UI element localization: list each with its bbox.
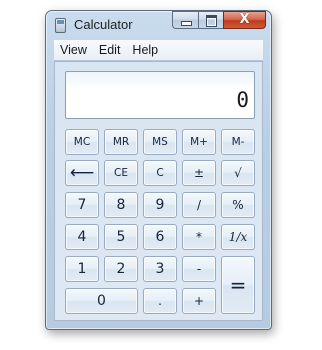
maximize-button[interactable] (198, 11, 223, 29)
m-plus-button[interactable]: M+ (182, 129, 216, 155)
menu-bar: View Edit Help (54, 40, 263, 61)
minimize-icon (181, 21, 192, 26)
digit-7-button[interactable]: 7 (65, 192, 99, 218)
digit-5-button[interactable]: 5 (104, 224, 138, 250)
close-button[interactable]: X (223, 11, 266, 29)
divide-button[interactable]: / (182, 192, 216, 218)
caption-buttons: X (172, 11, 266, 30)
reciprocal-button[interactable]: 1/x (221, 224, 255, 250)
menu-view[interactable]: View (54, 40, 93, 60)
subtract-button[interactable]: - (182, 256, 216, 282)
window-title: Calculator (74, 17, 133, 32)
display-value: 0 (236, 88, 249, 112)
minimize-button[interactable] (172, 11, 198, 29)
mr-button[interactable]: MR (104, 129, 138, 155)
result-display: 0 (65, 71, 255, 119)
mc-button[interactable]: MC (65, 129, 99, 155)
backspace-button[interactable]: ⟵ (65, 160, 99, 186)
square-root-button[interactable]: √ (221, 160, 255, 186)
digit-9-button[interactable]: 9 (143, 192, 177, 218)
ms-button[interactable]: MS (143, 129, 177, 155)
digit-8-button[interactable]: 8 (104, 192, 138, 218)
multiply-button[interactable]: * (182, 224, 216, 250)
equals-button[interactable]: = (221, 256, 255, 314)
plus-minus-button[interactable]: ± (182, 160, 216, 186)
digit-2-button[interactable]: 2 (104, 256, 138, 282)
title-bar[interactable]: Calculator X (46, 11, 271, 39)
decimal-button[interactable]: . (143, 288, 177, 314)
clear-button[interactable]: C (143, 160, 177, 186)
digit-1-button[interactable]: 1 (65, 256, 99, 282)
digit-3-button[interactable]: 3 (143, 256, 177, 282)
percent-button[interactable]: % (221, 192, 255, 218)
calculator-body: 0 MC MR MS M+ M- ⟵ CE C ± √ 7 8 9 / % 4 … (54, 61, 263, 321)
menu-help[interactable]: Help (126, 40, 164, 60)
add-button[interactable]: + (182, 288, 216, 314)
calculator-icon (55, 18, 66, 33)
digit-4-button[interactable]: 4 (65, 224, 99, 250)
digit-6-button[interactable]: 6 (143, 224, 177, 250)
clear-entry-button[interactable]: CE (104, 160, 138, 186)
menu-edit[interactable]: Edit (93, 40, 127, 60)
close-icon: X (239, 12, 250, 27)
digit-0-button[interactable]: 0 (65, 288, 138, 314)
calculator-window: Calculator X View Edit Help 0 MC MR MS M… (45, 10, 272, 330)
maximize-icon (206, 15, 217, 27)
m-minus-button[interactable]: M- (221, 129, 255, 155)
